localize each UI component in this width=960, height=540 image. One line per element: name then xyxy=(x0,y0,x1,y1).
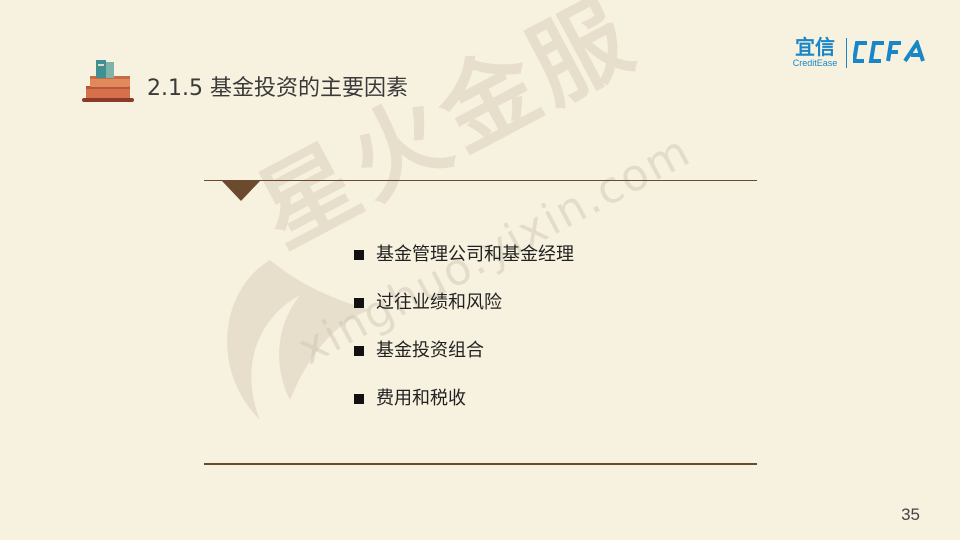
list-item-text: 基金投资组合 xyxy=(376,340,484,361)
triangle-marker-icon xyxy=(222,181,260,201)
list-item: 基金投资组合 xyxy=(354,336,574,384)
top-rule xyxy=(204,180,757,181)
square-bullet-icon xyxy=(354,346,364,356)
list-item: 过往业绩和风险 xyxy=(354,288,574,336)
creditease-logo-en: CreditEase xyxy=(792,58,838,68)
slide: 星火金服 xinghuo.yixin.com 2.1.5 基金投资的主要因素 宜… xyxy=(0,0,960,540)
square-bullet-icon xyxy=(354,394,364,404)
watermark-text: 星火金服 xyxy=(240,0,654,269)
list-item: 费用和税收 xyxy=(354,384,574,432)
creditease-logo: 宜信 CreditEase xyxy=(786,36,844,70)
bottom-rule xyxy=(204,463,757,465)
square-bullet-icon xyxy=(354,298,364,308)
list-item-text: 基金管理公司和基金经理 xyxy=(376,244,574,265)
list-item-text: 费用和税收 xyxy=(376,388,466,409)
factor-list: 基金管理公司和基金经理 过往业绩和风险 基金投资组合 费用和税收 xyxy=(354,240,574,432)
list-item-text: 过往业绩和风险 xyxy=(376,292,502,313)
logo-divider xyxy=(846,38,847,68)
page-number: 35 xyxy=(901,505,920,524)
page-title: 2.1.5 基金投资的主要因素 xyxy=(147,76,408,101)
list-item: 基金管理公司和基金经理 xyxy=(354,240,574,288)
creditease-logo-cn: 宜信 xyxy=(795,35,835,59)
books-icon xyxy=(82,60,134,102)
ccfa-logo xyxy=(853,40,925,63)
square-bullet-icon xyxy=(354,250,364,260)
